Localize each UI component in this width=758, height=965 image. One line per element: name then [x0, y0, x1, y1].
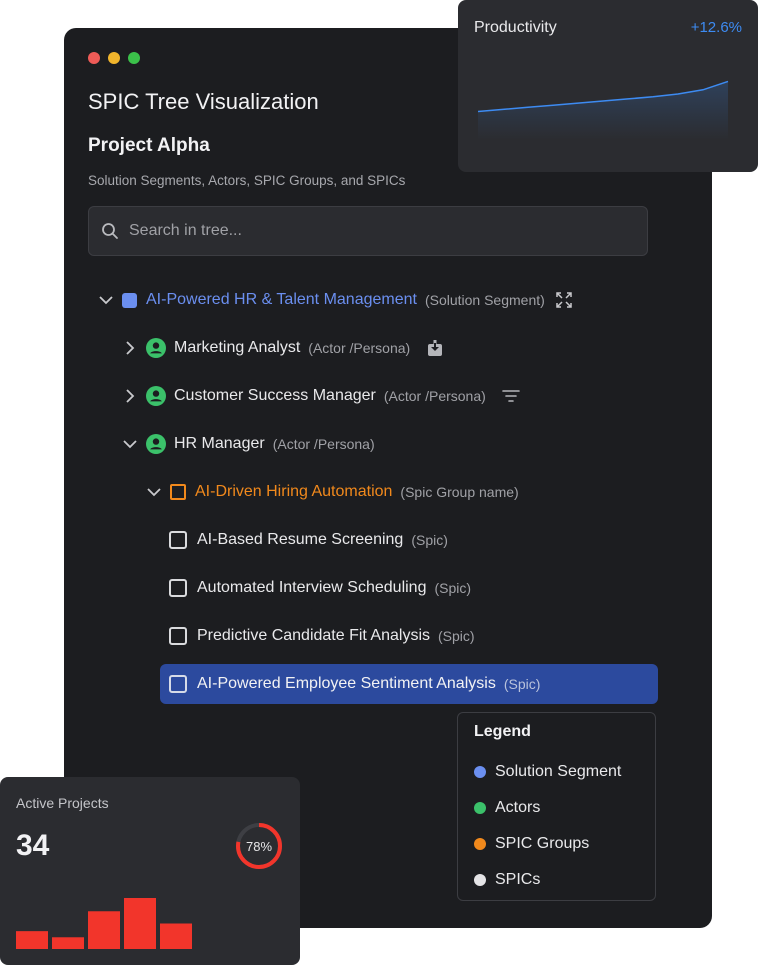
chevron-down-icon[interactable]: [146, 484, 162, 500]
group-square-icon: [170, 484, 186, 500]
spic-type: (Spic): [411, 532, 448, 548]
search-box[interactable]: [88, 206, 648, 256]
active-projects-value: 34: [16, 829, 50, 862]
spic-label: AI-Based Resume Screening: [197, 531, 404, 548]
legend-item: Solution Segment: [474, 754, 639, 790]
spic-checkbox[interactable]: [169, 579, 187, 597]
actor-label: Customer Success Manager: [174, 387, 376, 404]
productivity-change: +12.6%: [690, 19, 742, 36]
actor-type: (Actor /Persona): [272, 436, 375, 452]
spic-label: Predictive Candidate Fit Analysis: [197, 627, 430, 644]
spic-type: (Spic): [438, 628, 475, 644]
legend-label: Actors: [495, 799, 541, 816]
actor-label: HR Manager: [174, 435, 265, 452]
person-icon: [146, 434, 166, 454]
project-title: Project Alpha: [88, 135, 210, 156]
progress-ring-label: 78%: [245, 838, 273, 854]
bar: [160, 923, 192, 949]
active-projects-card: Active Projects 34 78%: [0, 777, 300, 965]
actor-type: (Actor /Persona): [308, 340, 411, 356]
filter-icon[interactable]: [501, 387, 520, 405]
legend-title: Legend: [474, 723, 531, 740]
legend-dot: [474, 766, 486, 778]
legend-dot: [474, 874, 486, 886]
legend-item: Actors: [474, 790, 639, 826]
productivity-title: Productivity: [474, 19, 557, 36]
expand-icon[interactable]: [555, 291, 573, 309]
spic-checkbox[interactable]: [169, 675, 187, 693]
tree-node-spic[interactable]: Predictive Candidate Fit Analysis (Spic): [169, 616, 475, 656]
chevron-down-icon[interactable]: [98, 292, 114, 308]
active-projects-title: Active Projects: [16, 795, 109, 811]
bar: [88, 911, 120, 949]
spic-type: (Spic): [503, 676, 541, 692]
group-type: (Spic Group name): [400, 484, 519, 500]
chevron-down-icon[interactable]: [122, 436, 138, 452]
download-icon[interactable]: [426, 339, 444, 357]
tree-node-actor[interactable]: Customer Success Manager (Actor /Persona…: [122, 376, 520, 416]
segment-label: AI-Powered HR & Talent Management: [146, 291, 417, 308]
productivity-card: Productivity +12.6%: [458, 0, 758, 172]
legend-label: SPIC Groups: [495, 835, 590, 852]
tree-node-spic[interactable]: Automated Interview Scheduling (Spic): [169, 568, 471, 608]
chevron-right-icon[interactable]: [122, 388, 138, 404]
spic-checkbox[interactable]: [169, 627, 187, 645]
tree-node-spic[interactable]: AI-Based Resume Screening (Spic): [169, 520, 448, 560]
spic-label: Automated Interview Scheduling: [197, 579, 427, 596]
legend-dot: [474, 802, 486, 814]
segment-square-icon: [122, 292, 137, 308]
productivity-sparkline: [478, 80, 729, 140]
chevron-right-icon[interactable]: [122, 340, 138, 356]
productivity-area: [478, 81, 728, 140]
legend-label: Solution Segment: [495, 763, 622, 780]
search-input[interactable]: [129, 222, 609, 240]
legend-item: SPIC Groups: [474, 826, 639, 862]
group-label: AI-Driven Hiring Automation: [195, 483, 393, 500]
app-title: SPIC Tree Visualization: [88, 89, 319, 114]
bar: [16, 931, 48, 949]
spic-label: AI-Powered Employee Sentiment Analysis: [197, 675, 496, 692]
person-icon: [146, 386, 166, 406]
legend-label: SPICs: [495, 871, 541, 888]
active-projects-bars: [16, 898, 192, 949]
tree-node-segment[interactable]: AI-Powered HR & Talent Management (Solut…: [98, 280, 573, 320]
search-icon: [102, 223, 118, 239]
minimize-dot[interactable]: [108, 52, 120, 64]
tree-node-actor[interactable]: HR Manager (Actor /Persona): [122, 424, 375, 464]
project-subtitle: Solution Segments, Actors, SPIC Groups, …: [88, 173, 406, 188]
actor-type: (Actor /Persona): [383, 388, 486, 404]
spic-type: (Spic): [434, 580, 472, 596]
window-controls: [88, 52, 140, 64]
tree-node-spic-group[interactable]: AI-Driven Hiring Automation (Spic Group …: [146, 472, 519, 512]
legend-dot: [474, 838, 486, 850]
tree-node-spic-selected[interactable]: AI-Powered Employee Sentiment Analysis (…: [160, 664, 658, 704]
legend-item: SPICs: [474, 862, 639, 898]
segment-type: (Solution Segment): [424, 292, 545, 308]
actor-label: Marketing Analyst: [174, 339, 301, 356]
tree-node-actor[interactable]: Marketing Analyst (Actor /Persona): [122, 328, 444, 368]
spic-checkbox[interactable]: [169, 531, 187, 549]
zoom-dot[interactable]: [128, 52, 140, 64]
close-dot[interactable]: [88, 52, 100, 64]
bar: [52, 937, 84, 949]
legend-panel: Legend Solution Segment Actors SPIC Grou…: [457, 712, 656, 901]
person-icon: [146, 338, 166, 358]
bar: [124, 898, 156, 949]
